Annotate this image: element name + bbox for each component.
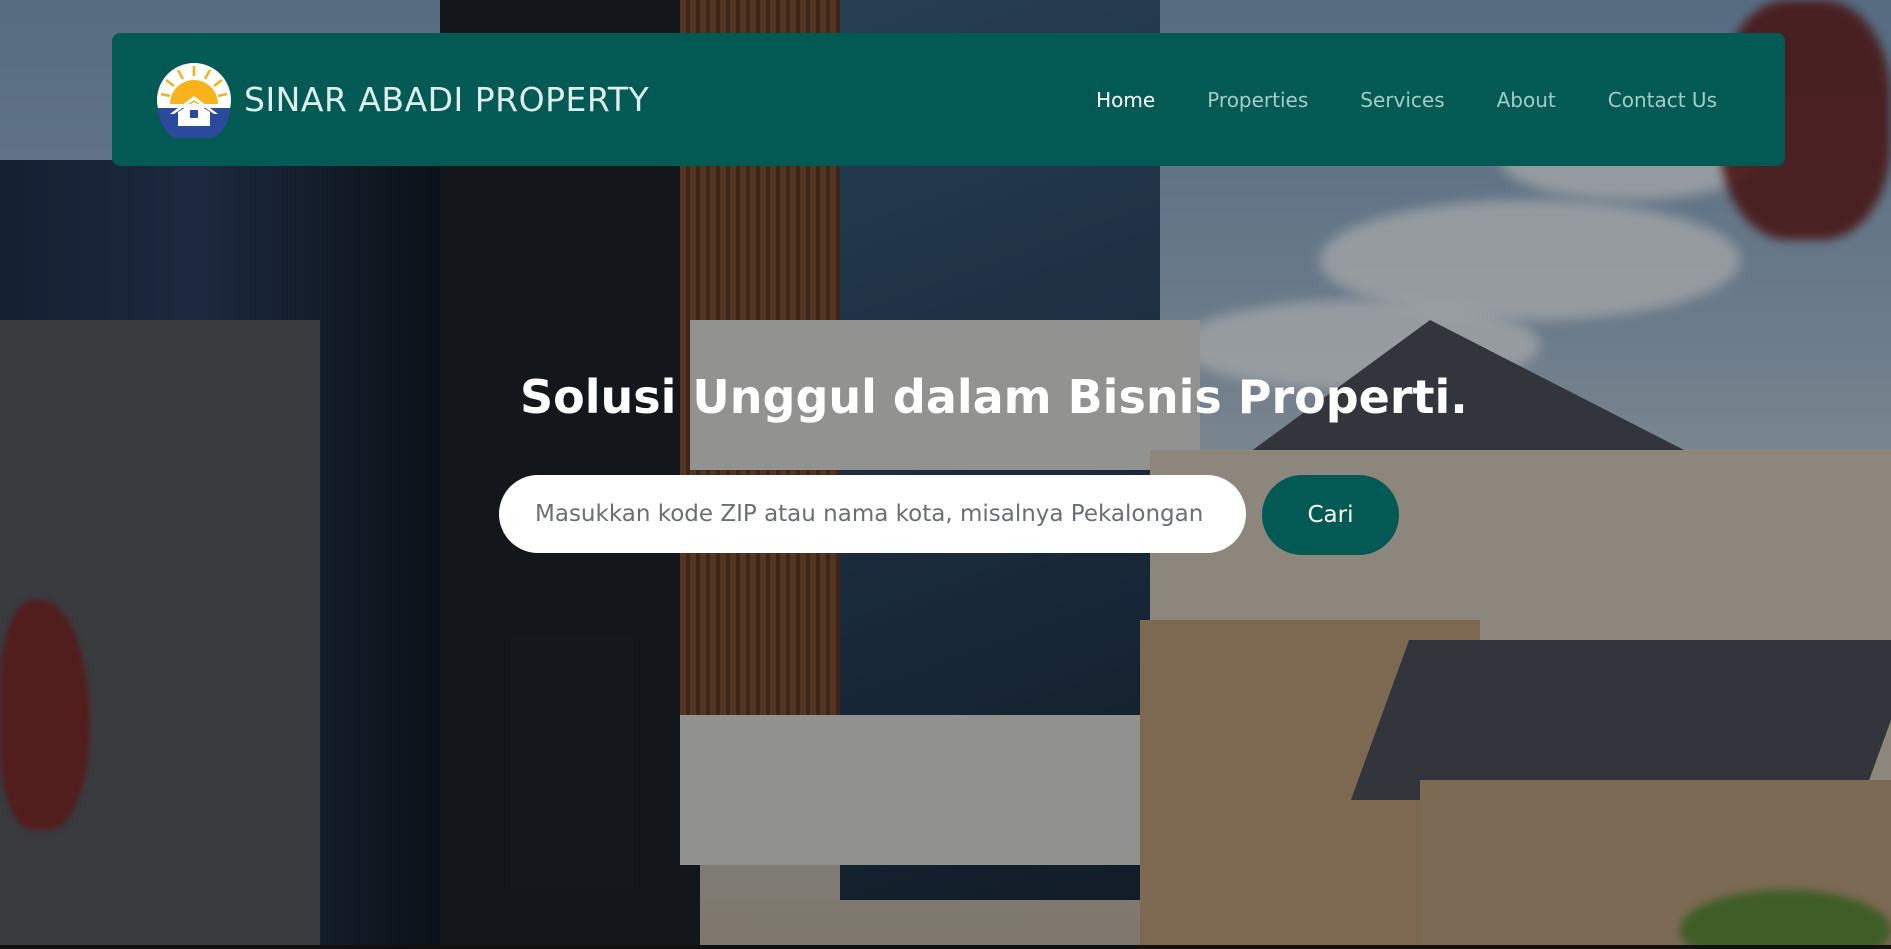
nav-services[interactable]: Services	[1360, 88, 1444, 112]
search-button[interactable]: Cari	[1262, 475, 1399, 555]
nav-menu: Home Properties Services About Contact U…	[1096, 88, 1717, 112]
search-input[interactable]	[499, 475, 1246, 553]
brand-link[interactable]: SINAR ABADI PROPERTY	[156, 62, 649, 138]
nav-contact-us[interactable]: Contact Us	[1608, 88, 1717, 112]
nav-properties[interactable]: Properties	[1207, 88, 1308, 112]
sun-house-logo-icon	[157, 62, 231, 138]
bottom-edge	[0, 945, 1891, 949]
nav-home[interactable]: Home	[1096, 88, 1155, 112]
hero-title: Solusi Unggul dalam Bisnis Properti.	[520, 370, 1468, 424]
nav-about[interactable]: About	[1497, 88, 1556, 112]
brand-name: SINAR ABADI PROPERTY	[244, 80, 650, 119]
navbar: SINAR ABADI PROPERTY Home Properties Ser…	[112, 33, 1785, 166]
